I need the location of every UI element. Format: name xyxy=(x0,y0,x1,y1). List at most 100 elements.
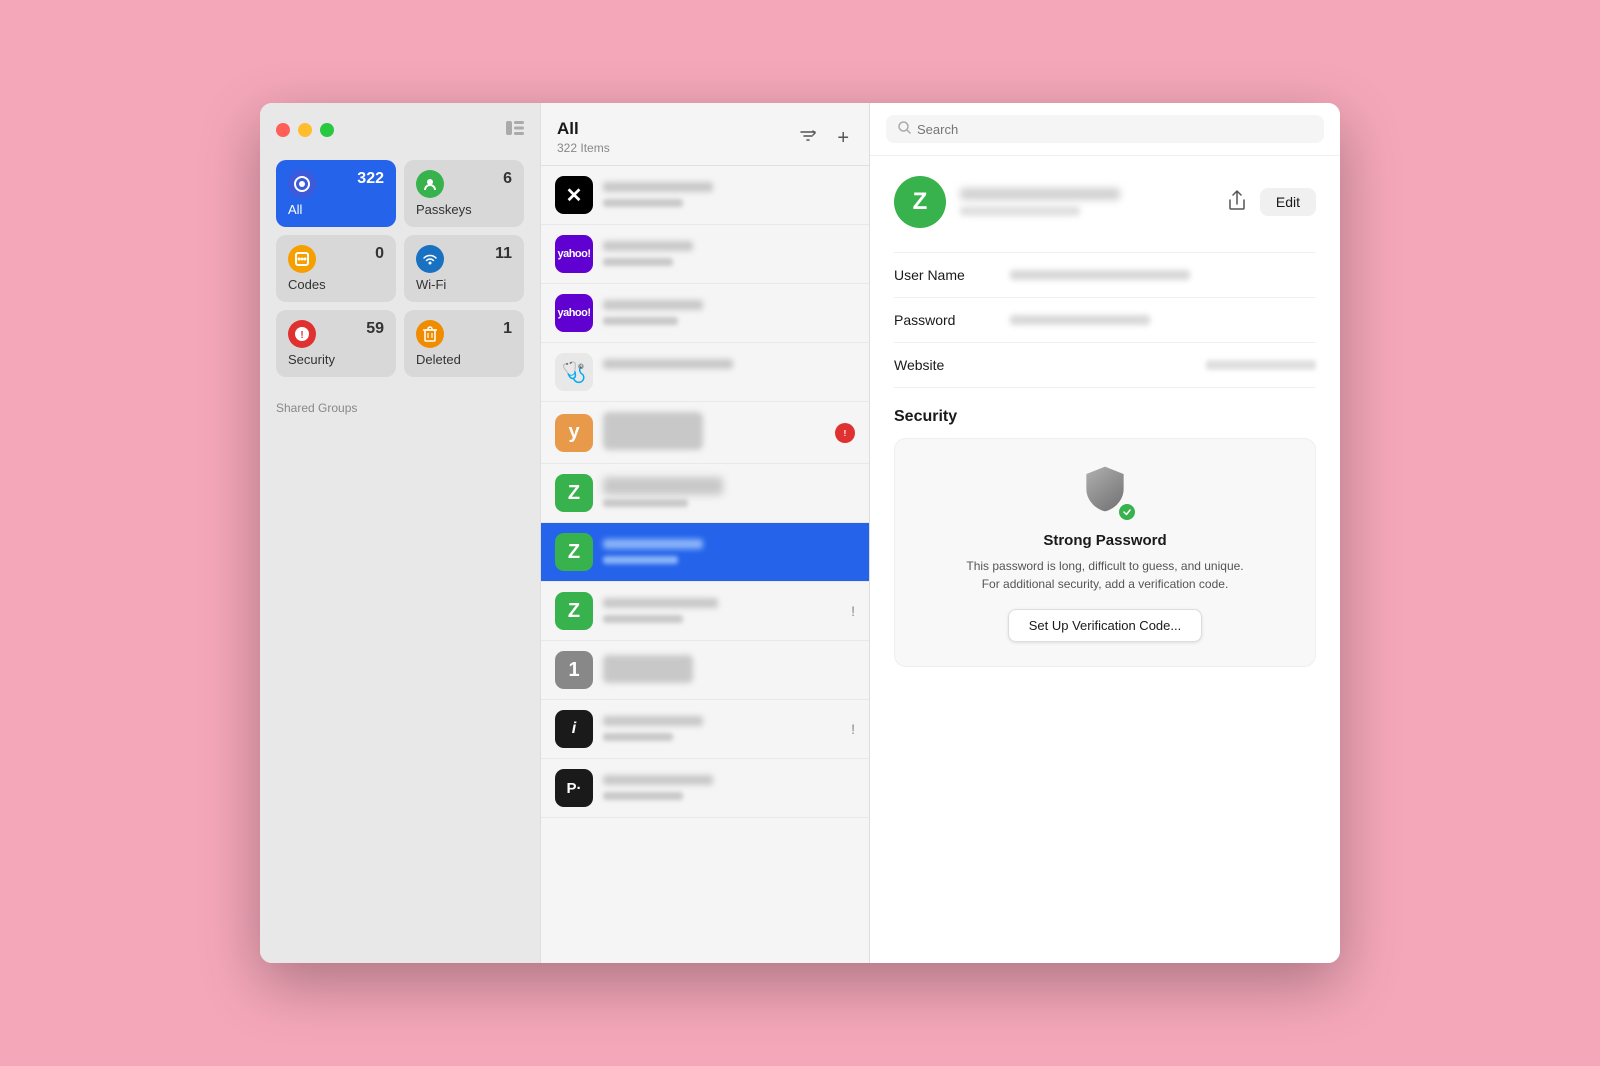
sidebar-toggle-icon[interactable] xyxy=(506,119,524,140)
sidebar-item-codes[interactable]: 0 Codes xyxy=(276,235,396,302)
check-badge xyxy=(1117,502,1137,522)
svg-text:!: ! xyxy=(844,429,847,438)
sidebar-item-deleted[interactable]: 1 Deleted xyxy=(404,310,524,377)
security-description: This password is long, difficult to gues… xyxy=(915,557,1295,593)
security-card: Strong Password This password is long, d… xyxy=(894,438,1316,667)
list-item[interactable]: Z xyxy=(541,523,869,582)
item-subtitle xyxy=(603,316,855,328)
item-title xyxy=(603,180,855,195)
list-item[interactable]: P· xyxy=(541,759,869,818)
passkeys-label: Passkeys xyxy=(416,202,512,217)
item-title xyxy=(603,477,855,495)
app-icon-z1: Z xyxy=(555,474,593,512)
sidebar-item-wifi[interactable]: 11 Wi-Fi xyxy=(404,235,524,302)
item-subtitle xyxy=(603,791,855,803)
username-value xyxy=(1010,270,1316,280)
search-input[interactable] xyxy=(917,122,1312,137)
deleted-icon xyxy=(416,320,444,348)
list-item[interactable]: ✕ xyxy=(541,166,869,225)
item-info xyxy=(603,537,855,567)
item-info xyxy=(603,714,841,744)
list-item[interactable]: 🩺 xyxy=(541,343,869,402)
item-title xyxy=(603,655,855,683)
security-section-title: Security xyxy=(894,408,1316,426)
username-label: User Name xyxy=(894,267,994,283)
list-item[interactable]: y ! xyxy=(541,402,869,464)
website-label: Website xyxy=(894,357,994,373)
security-count: 59 xyxy=(366,320,384,338)
share-button[interactable] xyxy=(1222,184,1252,221)
list-count: 322 Items xyxy=(557,141,610,155)
item-title xyxy=(603,412,825,450)
item-subtitle xyxy=(603,732,841,744)
wifi-label: Wi-Fi xyxy=(416,277,512,292)
list-header: All 322 Items + xyxy=(541,103,869,166)
item-title xyxy=(603,714,841,729)
website-value xyxy=(1010,360,1316,370)
item-info xyxy=(603,357,855,387)
password-value xyxy=(1010,315,1316,325)
deleted-label: Deleted xyxy=(416,352,512,367)
list-panel: All 322 Items + ✕ xyxy=(540,103,870,963)
close-button[interactable] xyxy=(276,123,290,137)
app-icon-yahoo2: yahoo! xyxy=(555,294,593,332)
item-subtitle xyxy=(603,257,855,269)
detail-actions: Edit xyxy=(1222,184,1316,221)
item-title xyxy=(603,357,855,372)
list-item[interactable]: 1 xyxy=(541,641,869,700)
item-subtitle xyxy=(603,614,841,626)
app-icon-p: P· xyxy=(555,769,593,807)
codes-count: 0 xyxy=(375,245,384,263)
item-info xyxy=(603,477,855,510)
sidebar-item-passkeys[interactable]: 6 Passkeys xyxy=(404,160,524,227)
excl-badge: ! xyxy=(851,721,855,737)
item-info xyxy=(603,773,855,803)
all-count: 322 xyxy=(357,170,384,188)
shared-groups-label: Shared Groups xyxy=(276,397,524,419)
list-item[interactable]: i ! xyxy=(541,700,869,759)
detail-app-name xyxy=(960,188,1120,200)
app-icon-info: i xyxy=(555,710,593,748)
password-label: Password xyxy=(894,312,994,328)
edit-button[interactable]: Edit xyxy=(1260,188,1316,216)
list-item[interactable]: Z xyxy=(541,464,869,523)
codes-icon xyxy=(288,245,316,273)
list-item[interactable]: yahoo! xyxy=(541,225,869,284)
sidebar: 322 All 6 Passkeys xyxy=(260,103,540,963)
item-title xyxy=(603,239,855,254)
svg-text:!: ! xyxy=(300,330,303,341)
all-label: All xyxy=(288,202,384,217)
item-info xyxy=(603,298,855,328)
minimize-button[interactable] xyxy=(298,123,312,137)
detail-panel: Z Edit User Name xyxy=(870,103,1340,963)
list-item[interactable]: yahoo! xyxy=(541,284,869,343)
list-item[interactable]: Z ! xyxy=(541,582,869,641)
item-subtitle xyxy=(603,498,855,510)
item-subtitle xyxy=(603,198,855,210)
detail-search xyxy=(870,103,1340,156)
window-controls xyxy=(276,119,524,140)
maximize-button[interactable] xyxy=(320,123,334,137)
app-icon-z2: Z xyxy=(555,533,593,571)
sort-button[interactable] xyxy=(795,124,821,153)
all-icon xyxy=(288,170,316,198)
sidebar-item-security[interactable]: ! 59 Security xyxy=(276,310,396,377)
website-field: Website xyxy=(894,343,1316,388)
app-icon-yahoo: yahoo! xyxy=(555,235,593,273)
item-info xyxy=(603,239,855,269)
item-subtitle xyxy=(603,555,855,567)
add-button[interactable]: + xyxy=(833,124,853,152)
sidebar-item-all[interactable]: 322 All xyxy=(276,160,396,227)
app-window: 322 All 6 Passkeys xyxy=(260,103,1340,963)
item-subtitle xyxy=(603,375,855,387)
codes-label: Codes xyxy=(288,277,384,292)
wifi-count: 11 xyxy=(495,245,512,263)
detail-url xyxy=(960,206,1080,216)
item-title xyxy=(603,773,855,788)
item-info xyxy=(603,596,841,626)
strong-password-title: Strong Password xyxy=(915,532,1295,549)
detail-content: Z Edit User Name xyxy=(870,156,1340,963)
app-icon-y: y xyxy=(555,414,593,452)
excl-badge: ! xyxy=(851,603,855,619)
set-up-verification-button[interactable]: Set Up Verification Code... xyxy=(1008,609,1202,642)
